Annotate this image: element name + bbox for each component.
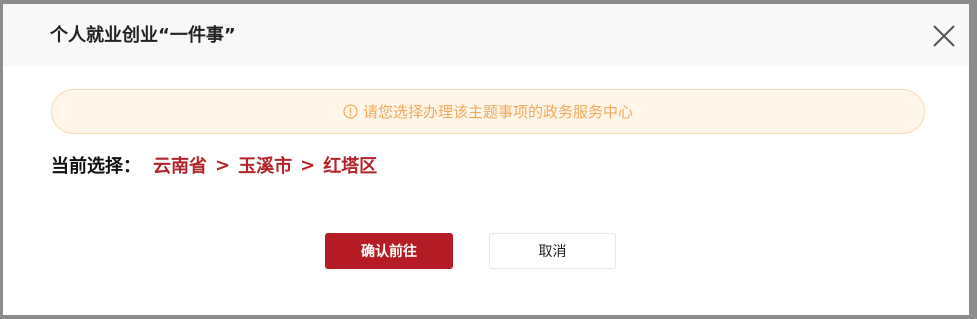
dialog-header: 个人就业创业“一件事” [3, 4, 969, 66]
current-selection-label: 当前选择： [51, 156, 141, 177]
dialog-title: 个人就业创业“一件事” [50, 25, 236, 46]
selection-dialog: 个人就业创业“一件事” 请您选择办理该主题事项的政务服务中心 当前选择： 云南省… [3, 4, 969, 315]
notice-text: 请您选择办理该主题事项的政务服务中心 [362, 103, 633, 121]
path-separator: > [215, 154, 231, 176]
selected-district: 红塔区 [323, 156, 378, 177]
confirm-go-button[interactable]: 确认前往 [325, 233, 453, 269]
cancel-button[interactable]: 取消 [489, 233, 616, 269]
selected-region-path: 云南省 > 玉溪市 > 红塔区 [153, 152, 377, 178]
service-center-notice: 请您选择办理该主题事项的政务服务中心 [51, 89, 925, 134]
current-selection: 当前选择： 云南省 > 玉溪市 > 红塔区 [51, 152, 377, 178]
close-button[interactable] [931, 23, 957, 49]
selected-province: 云南省 [153, 156, 207, 177]
close-icon [933, 25, 955, 47]
path-separator: > [300, 154, 316, 176]
selected-city: 玉溪市 [238, 156, 293, 177]
info-circle-icon [343, 104, 358, 119]
